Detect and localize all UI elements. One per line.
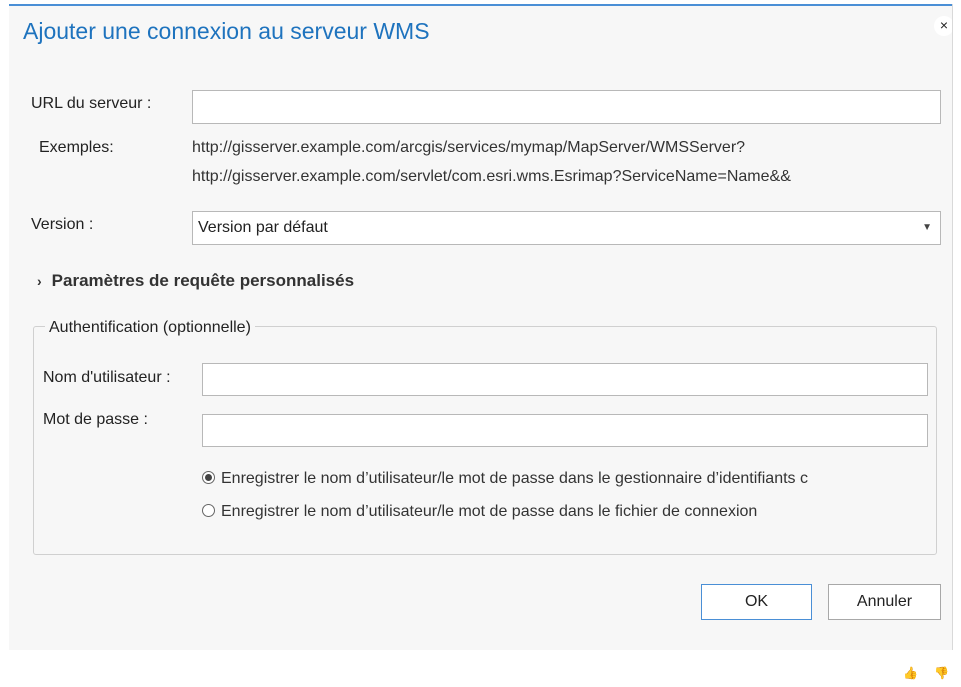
password-label: Mot de passe : bbox=[43, 411, 148, 428]
ok-button[interactable]: OK bbox=[701, 584, 812, 620]
version-label: Version : bbox=[31, 216, 94, 233]
radio-selected[interactable] bbox=[202, 471, 215, 484]
radio-unselected[interactable] bbox=[202, 504, 215, 517]
username-input[interactable] bbox=[202, 363, 928, 396]
save-credentials-manager-option[interactable]: Enregistrer le nom d’utilisateur/le mot … bbox=[202, 470, 808, 488]
authentication-legend: Authentification (optionnelle) bbox=[45, 319, 255, 337]
cancel-button[interactable]: Annuler bbox=[828, 584, 941, 620]
save-credentials-file-label: Enregistrer le nom d’utilisateur/le mot … bbox=[221, 503, 758, 520]
thumbs-up-icon[interactable]: 👍 bbox=[903, 666, 918, 680]
save-credentials-file-option[interactable]: Enregistrer le nom d’utilisateur/le mot … bbox=[202, 503, 757, 521]
version-select[interactable]: Version par défaut ▼ bbox=[192, 211, 941, 245]
server-url-input[interactable] bbox=[192, 90, 941, 124]
password-input[interactable] bbox=[202, 414, 928, 447]
examples-label: Exemples: bbox=[39, 139, 114, 156]
example-url-2: http://gisserver.example.com/servlet/com… bbox=[192, 168, 791, 185]
url-label: URL du serveur : bbox=[31, 95, 152, 112]
chevron-down-icon: ▼ bbox=[922, 222, 932, 233]
chevron-right-icon: › bbox=[37, 273, 42, 289]
dialog-title: Ajouter une connexion au serveur WMS bbox=[23, 18, 430, 44]
dialog-edge bbox=[952, 4, 953, 650]
example-url-1: http://gisserver.example.com/arcgis/serv… bbox=[192, 139, 746, 156]
custom-request-params-expander[interactable]: › Paramètres de requête personnalisés bbox=[37, 271, 354, 291]
thumbs-down-icon[interactable]: 👎 bbox=[934, 666, 949, 680]
close-icon[interactable]: × bbox=[934, 16, 954, 36]
custom-request-params-label: Paramètres de requête personnalisés bbox=[51, 271, 355, 290]
save-credentials-manager-label: Enregistrer le nom d’utilisateur/le mot … bbox=[221, 470, 808, 487]
wms-connection-dialog: Ajouter une connexion au serveur WMS × U… bbox=[9, 4, 954, 650]
username-label: Nom d'utilisateur : bbox=[43, 369, 171, 386]
version-selected-value: Version par défaut bbox=[198, 219, 328, 236]
